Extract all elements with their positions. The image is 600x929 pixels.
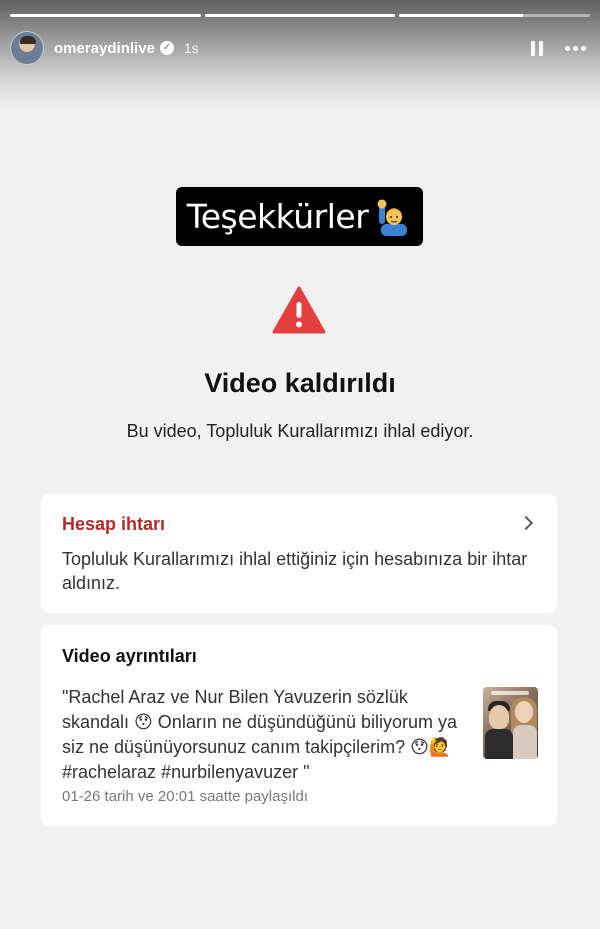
video-caption: "Rachel Araz ve Nur Bilen Yavuzerin sözl… [62, 687, 457, 782]
username[interactable]: omeraydinlive [54, 40, 155, 57]
account-strike-card[interactable]: Hesap ihtarı Topluluk Kurallarımızı ihla… [41, 494, 557, 613]
time-ago: 1s [183, 40, 199, 56]
video-thumbnail[interactable] [483, 687, 538, 759]
story-header: omeraydinlive ✓ 1s [10, 30, 590, 66]
pause-icon[interactable] [531, 40, 543, 56]
progress-segment [10, 14, 201, 17]
avatar[interactable] [10, 31, 44, 65]
verified-badge-icon: ✓ [159, 41, 174, 55]
sticker-text: Teşekkürler [186, 197, 369, 236]
page-subtitle: Bu video, Topluluk Kurallarımızı ihlal e… [126, 421, 474, 441]
chevron-right-icon [518, 515, 534, 531]
more-options-icon[interactable] [565, 45, 586, 51]
page-title: Video kaldırıldı [204, 368, 396, 398]
thanks-sticker: Teşekkürler [176, 187, 423, 246]
strike-description: Topluluk Kurallarımızı ihlal ettiğiniz i… [62, 549, 528, 593]
posted-date: 01-26 tarih ve 20:01 saatte paylaşıldı [62, 788, 308, 805]
story-progress-bar [10, 14, 591, 17]
details-title: Video ayrıntıları [62, 646, 197, 666]
raising-hand-icon [377, 199, 408, 236]
header-actions [531, 40, 590, 56]
progress-segment [204, 14, 396, 17]
strike-title: Hesap ihtarı [62, 514, 166, 534]
video-details-card: Video ayrıntıları "Rachel Araz ve Nur Bi… [41, 625, 557, 826]
warning-icon [272, 286, 326, 334]
progress-segment [399, 14, 591, 17]
